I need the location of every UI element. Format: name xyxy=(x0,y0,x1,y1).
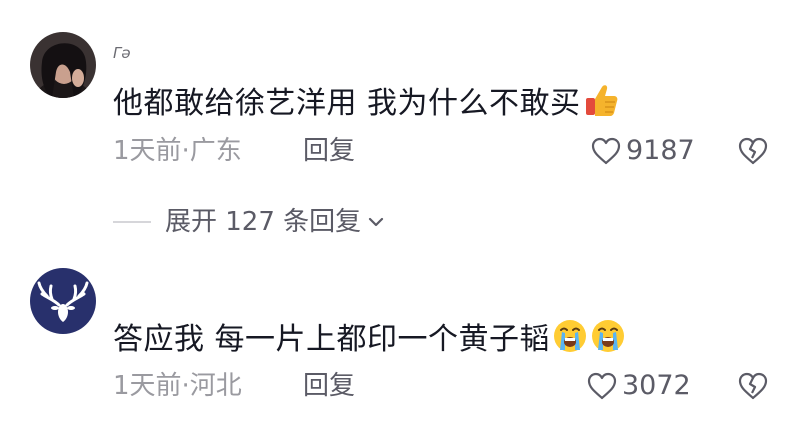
deer-icon xyxy=(30,268,96,334)
comment-text: 他都敢给徐艺洋用 我为什么不敢买 xyxy=(113,82,619,129)
like-button[interactable]: 3072 xyxy=(586,370,691,402)
comment-time: 1天前 xyxy=(113,136,182,166)
comment-location: ·河北 xyxy=(181,371,242,401)
reply-button[interactable]: 回复 xyxy=(303,135,355,167)
loudly-crying-face-icon xyxy=(590,318,626,365)
expand-replies-label: 展开 127 条回复 xyxy=(165,207,362,237)
comment-body: 答应我 每一片上都印一个黄子韬 xyxy=(113,322,551,357)
username[interactable]: Γə xyxy=(113,44,131,62)
like-count: 9187 xyxy=(626,135,695,166)
like-count: 3072 xyxy=(622,370,691,401)
expand-replies-button[interactable]: 展开 127 条回复 xyxy=(113,205,385,239)
broken-heart-icon xyxy=(738,137,768,165)
loudly-crying-face-icon xyxy=(552,318,588,365)
heart-icon xyxy=(591,137,621,165)
dislike-button[interactable] xyxy=(737,371,769,405)
comment-body: 他都敢给徐艺洋用 我为什么不敢买 xyxy=(113,86,581,121)
heart-icon xyxy=(587,372,617,400)
comment-meta: 1天前·河北 xyxy=(113,370,242,402)
dislike-button[interactable] xyxy=(737,136,769,170)
comment-meta: 1天前·广东 xyxy=(113,135,242,167)
divider xyxy=(113,221,151,223)
reply-button[interactable]: 回复 xyxy=(303,370,355,402)
avatar[interactable] xyxy=(30,268,96,334)
avatar[interactable] xyxy=(30,32,96,98)
broken-heart-icon xyxy=(738,372,768,400)
comment-time: 1天前 xyxy=(113,371,182,401)
user-photo-icon xyxy=(30,32,96,98)
like-button[interactable]: 9187 xyxy=(590,135,695,167)
comment-location: ·广东 xyxy=(181,136,242,166)
chevron-down-icon xyxy=(369,217,384,227)
thumbs-up-icon xyxy=(583,82,619,129)
comment-text: 答应我 每一片上都印一个黄子韬 xyxy=(113,318,626,365)
